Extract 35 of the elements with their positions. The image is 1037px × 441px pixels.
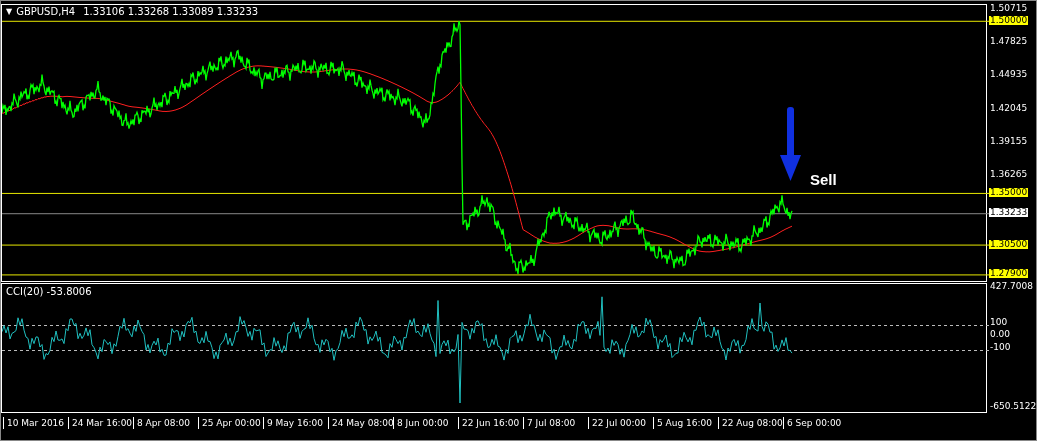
down-arrow-icon [780, 107, 801, 181]
sell-label: Sell [810, 171, 837, 188]
price-label: 1.33233 [989, 208, 1029, 218]
price-label: 1.47825 [989, 37, 1029, 47]
price-label: 1.39155 [989, 136, 1029, 146]
ohlc-quotes: 1.33106 1.33268 1.33089 1.33233 [83, 6, 259, 18]
time-label: 22 Aug 08:00 [718, 417, 783, 429]
price-label: 1.44935 [989, 70, 1029, 80]
time-label: 8 Jun 00:00 [393, 417, 458, 429]
indicator-label: -100 [989, 342, 1012, 352]
symbol-label: GBPUSD,H4 [16, 6, 76, 18]
price-label: 1.27900 [989, 269, 1029, 279]
price-label: 1.35000 [989, 187, 1029, 197]
indicator-label: -650.5122 [989, 402, 1037, 411]
time-label: 22 Jun 16:00 [458, 417, 523, 429]
time-label: 8 Apr 08:00 [133, 417, 198, 429]
price-label: 1.50000 [989, 15, 1029, 25]
price-label: 1.50715 [989, 4, 1029, 14]
time-label: 25 Apr 00:00 [198, 417, 263, 429]
time-label: 10 Mar 2016 [3, 417, 68, 429]
price-label: 1.30500 [989, 239, 1029, 249]
indicator-title: CCI(20) -53.8006 [6, 286, 92, 298]
time-label: 24 Mar 16:00 [68, 417, 133, 429]
time-label: 22 Jul 00:00 [588, 417, 653, 429]
time-label: 6 Sep 00:00 [783, 417, 848, 429]
time-label: 5 Aug 16:00 [653, 417, 718, 429]
time-label: 24 May 08:00 [328, 417, 393, 429]
indicator-label: 100 [989, 317, 1009, 327]
time-label: 9 May 16:00 [263, 417, 328, 429]
price-label: 1.42045 [989, 103, 1029, 113]
price-label: 1.36265 [989, 169, 1029, 179]
indicator-label: 0.00 [989, 330, 1012, 339]
time-label: 7 Jul 08:00 [523, 417, 588, 429]
indicator-label: 427.7008 [989, 282, 1034, 291]
menu-caret-icon[interactable]: ▼ [6, 6, 13, 18]
